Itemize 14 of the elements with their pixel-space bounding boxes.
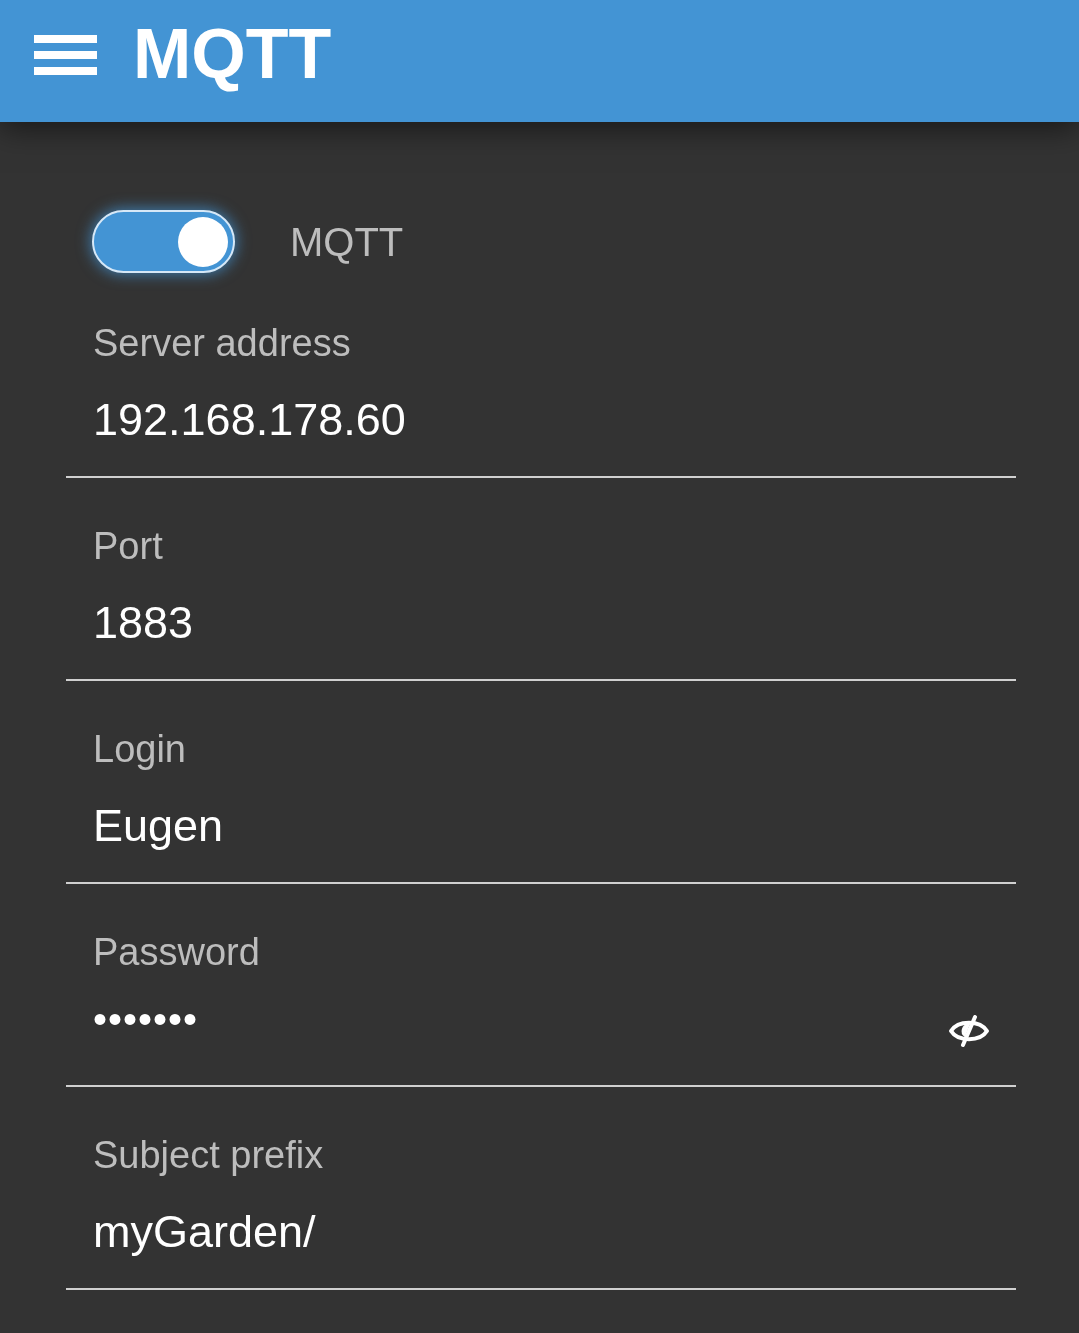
field-label: Server address — [93, 321, 351, 366]
input-field[interactable]: Server address 192.168.178.60 — [66, 275, 1016, 478]
field-label: Subject prefix — [93, 1133, 324, 1178]
menu-icon[interactable] — [34, 35, 97, 75]
input-field[interactable]: Subject prefix myGarden/ — [66, 1087, 1016, 1290]
eye-slash-icon[interactable] — [948, 1015, 990, 1047]
switch-label: MQTT — [290, 221, 404, 262]
field-label: Login — [93, 727, 186, 772]
field-label: Port — [93, 524, 163, 569]
input-field[interactable]: Password ••••••• — [66, 884, 1016, 1087]
input-field[interactable]: Login Eugen — [66, 681, 1016, 884]
field-label: Password — [93, 930, 260, 975]
toggle-switch[interactable] — [92, 210, 235, 273]
input-field[interactable]: Port 1883 — [66, 478, 1016, 681]
